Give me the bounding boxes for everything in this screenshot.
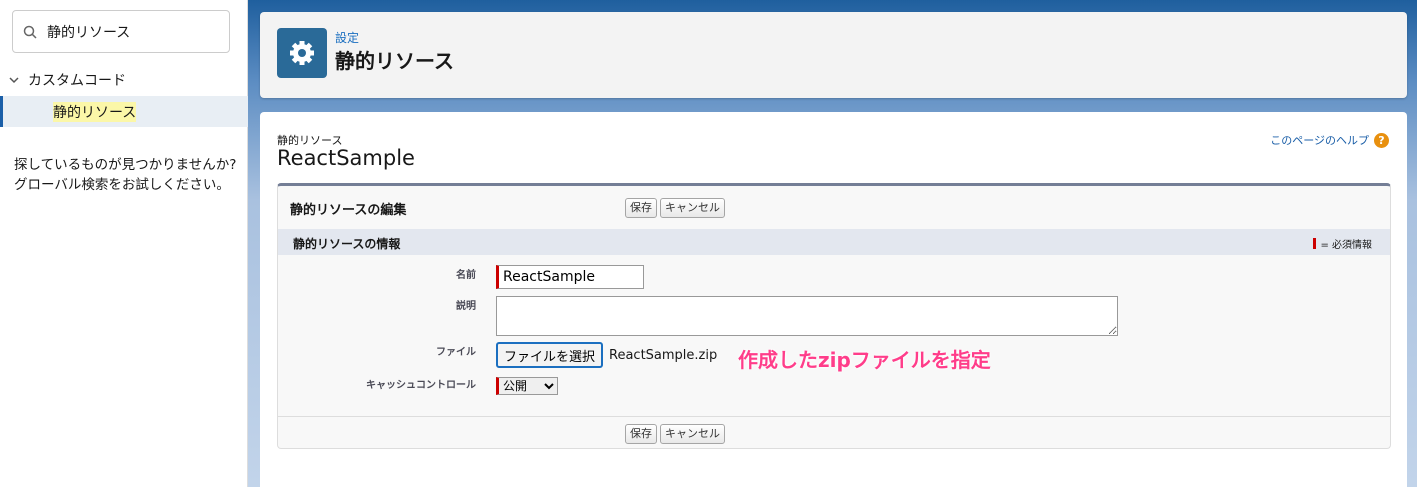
save-button[interactable]: 保存	[625, 198, 657, 218]
cache-control-select[interactable]: 公開	[496, 377, 558, 395]
record-name: ReactSample	[277, 146, 415, 170]
cancel-button-bottom[interactable]: キャンセル	[660, 424, 725, 444]
breadcrumb[interactable]: 設定	[335, 29, 359, 46]
quick-find-input[interactable]: 静的リソース	[12, 10, 230, 53]
help-label: このページのヘルプ	[1270, 134, 1369, 147]
section-title: 静的リソースの情報	[293, 237, 401, 251]
not-found-message: 探しているものが見つかりませんか? グローバル検索をお試しください。	[14, 155, 236, 195]
not-found-line: グローバル検索をお試しください。	[14, 177, 230, 193]
save-button-bottom[interactable]: 保存	[625, 424, 657, 444]
footer-divider	[278, 416, 1390, 417]
annotation-text: 作成したzipファイルを指定	[738, 348, 991, 372]
search-value: 静的リソース	[47, 24, 131, 41]
description-label: 説明	[456, 301, 476, 312]
search-icon	[23, 25, 37, 39]
help-icon: ?	[1374, 132, 1389, 148]
setup-sidebar: 静的リソース カスタムコード 静的リソース 探しているものが見つかりませんか? …	[0, 0, 248, 487]
tree-item-static-resources[interactable]: 静的リソース	[0, 96, 248, 127]
content-card: 静的リソース ReactSample このページのヘルプ? 静的リソースの編集 …	[260, 112, 1407, 492]
cache-control-label: キャッシュコントロール	[366, 380, 476, 391]
gear-icon	[277, 28, 327, 78]
help-link[interactable]: このページのヘルプ?	[1270, 132, 1389, 148]
tree-item-custom-code[interactable]: カスタムコード	[8, 70, 126, 90]
required-marker	[1313, 238, 1317, 249]
page-header: 設定 静的リソース	[260, 12, 1407, 98]
cancel-button[interactable]: キャンセル	[660, 198, 725, 218]
section-header: 静的リソースの情報 = 必須情報	[278, 229, 1390, 255]
description-textarea[interactable]	[496, 296, 1118, 336]
not-found-line: 探しているものが見つかりませんか?	[14, 157, 237, 173]
choose-file-button[interactable]: ファイルを選択	[496, 342, 604, 368]
tree-item-label: カスタムコード	[28, 73, 126, 89]
edit-block: 静的リソースの編集 保存 キャンセル 静的リソースの情報 = 必須情報 名前 説…	[277, 183, 1391, 449]
required-label: = 必須情報	[1320, 240, 1372, 251]
chevron-down-icon	[9, 77, 19, 84]
edit-title: 静的リソースの編集	[290, 203, 407, 218]
required-legend: = 必須情報	[1313, 236, 1372, 251]
main-area: 設定 静的リソース 静的リソース ReactSample このページのヘルプ? …	[248, 0, 1417, 492]
file-name: ReactSample.zip	[609, 347, 718, 363]
file-label: ファイル	[436, 347, 476, 358]
name-label: 名前	[456, 270, 476, 281]
page-title: 静的リソース	[335, 49, 454, 73]
tree-item-label: 静的リソース	[53, 102, 137, 122]
name-input[interactable]	[496, 265, 644, 289]
